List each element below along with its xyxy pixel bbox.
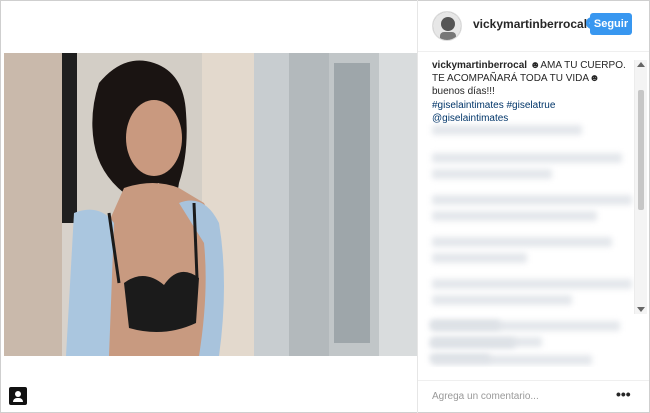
hashtag-link[interactable]: #giselatrue <box>507 100 556 111</box>
mention-link[interactable]: @giselaintimates <box>432 112 555 125</box>
comment-input[interactable] <box>432 388 602 404</box>
more-options-icon[interactable]: ••• <box>616 386 631 402</box>
comments-scrollbar[interactable] <box>634 60 647 314</box>
post-caption: vickymartinberrocal ☻AMA TU CUERPO. TE A… <box>432 59 632 98</box>
woman-at-window-image <box>4 53 417 356</box>
avatar-image <box>433 12 461 40</box>
post-header: vickymartinberrocal ✓ Seguir <box>418 0 649 52</box>
user-head-shape <box>15 391 21 397</box>
post-username[interactable]: vickymartinberrocal <box>473 17 587 31</box>
avatar[interactable] <box>432 11 462 41</box>
caption-tags: #giselaintimates #giselatrue @giselainti… <box>432 99 555 125</box>
caption-username[interactable]: vickymartinberrocal <box>432 60 527 71</box>
user-profile-icon[interactable] <box>9 387 27 405</box>
user-body-shape <box>13 398 23 402</box>
scrollbar-thumb[interactable] <box>638 90 644 210</box>
hashtag-link[interactable]: #giselaintimates <box>432 100 504 111</box>
scroll-up-icon[interactable] <box>637 62 645 67</box>
follow-button[interactable]: Seguir <box>590 13 632 35</box>
comment-bar: ••• <box>418 380 649 412</box>
scroll-down-icon[interactable] <box>637 307 645 312</box>
blurred-likes <box>430 318 520 366</box>
post-photo[interactable] <box>4 53 417 356</box>
